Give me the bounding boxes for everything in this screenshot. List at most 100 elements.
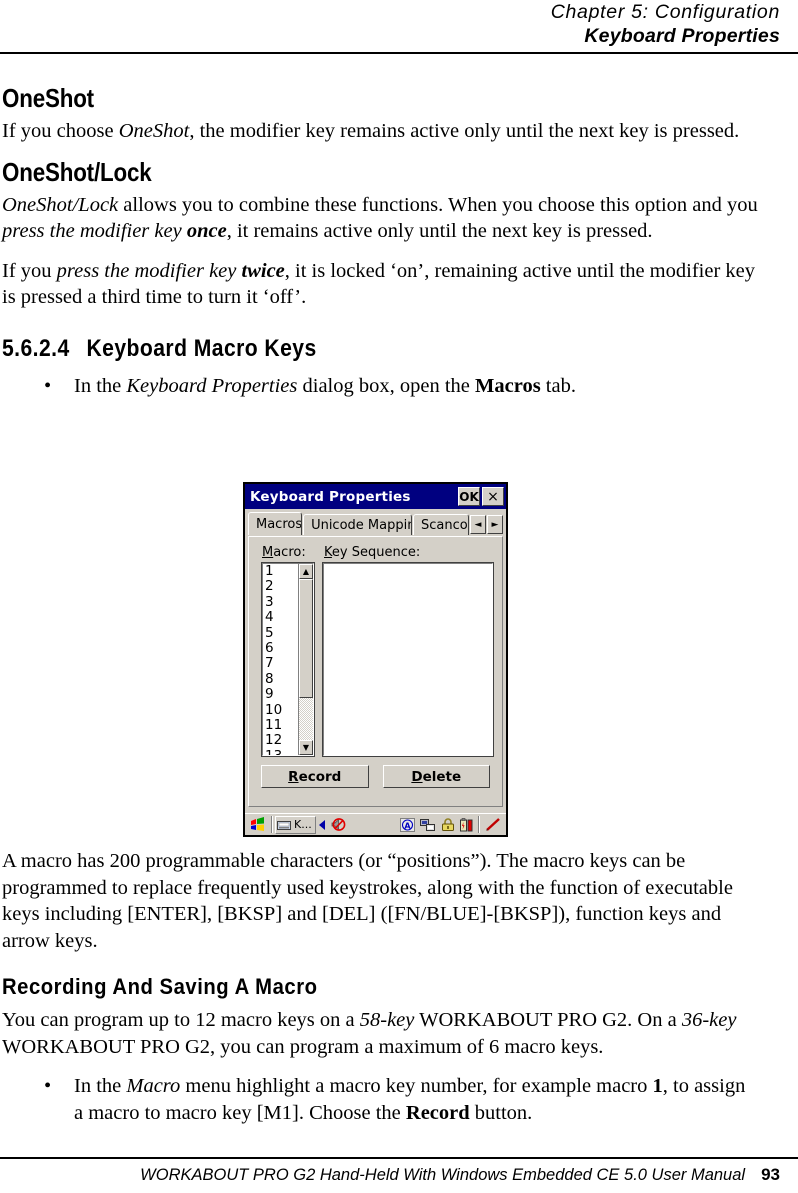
list-item[interactable]: 4 bbox=[264, 609, 298, 625]
taskbar-divider bbox=[271, 816, 273, 833]
scroll-down-icon[interactable]: ▼ bbox=[299, 740, 313, 755]
lock-icon bbox=[442, 817, 454, 831]
bullet-open-macros-tab: • In the Keyboard Properties dialog box, … bbox=[2, 373, 758, 400]
text-emphasis: 58-key bbox=[359, 1009, 415, 1031]
list-item[interactable]: 9 bbox=[264, 686, 298, 702]
text-emphasis: press the modifier key bbox=[2, 220, 187, 242]
ok-button[interactable]: OK bbox=[458, 487, 480, 506]
scrollbar-track[interactable] bbox=[299, 579, 313, 740]
delete-button[interactable]: Delete bbox=[382, 765, 490, 788]
text-strong: Record bbox=[405, 1102, 470, 1124]
list-item[interactable]: 2 bbox=[264, 578, 298, 594]
header-divider bbox=[0, 52, 798, 54]
system-tray: A bbox=[400, 816, 504, 833]
macro-list-scrollbar[interactable]: ▲ ▼ bbox=[298, 564, 313, 755]
paragraph-oneshot: If you choose OneShot, the modifier key … bbox=[2, 118, 758, 145]
record-button[interactable]: Record bbox=[261, 765, 369, 788]
tray-left-group bbox=[318, 817, 346, 832]
list-item[interactable]: 3 bbox=[264, 594, 298, 610]
chapter-title: Chapter 5: Configuration bbox=[550, 1, 780, 23]
macro-label-accel: M bbox=[262, 545, 274, 560]
svg-text:A: A bbox=[404, 821, 411, 830]
paragraph-oneshot-lock-2: If you press the modifier key twice, it … bbox=[2, 258, 758, 311]
macros-panel-row: 1 2 3 4 5 6 7 8 9 10 11 12 13 ▲ bbox=[249, 562, 502, 757]
bullet-marker: • bbox=[44, 1075, 52, 1097]
text-fragment: button. bbox=[469, 1102, 533, 1124]
paragraph-oneshot-lock-1: OneShot/Lock allows you to combine these… bbox=[2, 192, 758, 245]
macro-label: Macro: bbox=[262, 545, 306, 560]
manual-title: WORKABOUT PRO G2 Hand-Held With Windows … bbox=[140, 1166, 746, 1184]
text-fragment: WORKABOUT PRO G2, you can program a maxi… bbox=[2, 1035, 604, 1058]
dialog-titlebar: Keyboard Properties OK × bbox=[245, 484, 506, 509]
dialog-button-row: Record Delete bbox=[249, 756, 502, 788]
text-emphasis: OneShot bbox=[118, 120, 190, 142]
section-number: 5.6.2.4 bbox=[2, 334, 70, 362]
network-connection-icon bbox=[420, 818, 435, 831]
list-item[interactable]: 8 bbox=[264, 671, 298, 687]
text-fragment: If you choose bbox=[2, 120, 119, 142]
heading-keyboard-macro-keys: 5.6.2.4 Keyboard Macro Keys bbox=[2, 335, 667, 363]
keyboard-properties-icon bbox=[277, 820, 291, 830]
sound-muted-icon bbox=[331, 818, 346, 831]
key-sequence-label-accel: K bbox=[324, 545, 332, 560]
text-emphasis: Macro bbox=[126, 1075, 181, 1097]
taskbar-button-label: K... bbox=[294, 818, 312, 831]
list-item-selected[interactable]: 1 bbox=[265, 564, 274, 579]
scrollbar-thumb[interactable] bbox=[299, 579, 313, 699]
list-item[interactable]: 10 bbox=[264, 702, 298, 718]
page-number: 93 bbox=[761, 1165, 780, 1184]
tab-unicode-mapping[interactable]: Unicode Mapping bbox=[303, 514, 412, 535]
text-fragment: , it remains active only until the next … bbox=[226, 220, 653, 242]
text-emphasis: 36-key bbox=[681, 1009, 737, 1031]
dialog-title: Keyboard Properties bbox=[250, 488, 411, 505]
heading-recording-saving-macro: Recording And Saving A Macro bbox=[2, 974, 318, 999]
close-icon[interactable]: × bbox=[482, 487, 504, 506]
device-taskbar: K... A bbox=[245, 813, 506, 835]
device-screenshot-figure: Keyboard Properties OK × Macros Unicode … bbox=[243, 482, 508, 837]
taskbar-button-keyboard-properties[interactable]: K... bbox=[275, 815, 316, 834]
page-content-lower: A macro has 200 programmable characters … bbox=[2, 848, 758, 1139]
text-fragment: menu highlight a macro key number, for e… bbox=[180, 1075, 653, 1097]
tab-scancode-remapping[interactable]: Scancod bbox=[413, 514, 469, 535]
footer-divider bbox=[0, 1157, 798, 1159]
tab-macros[interactable]: Macros bbox=[248, 512, 303, 535]
ime-indicator-icon: A bbox=[400, 817, 415, 832]
list-item[interactable]: 12 bbox=[264, 732, 298, 748]
text-strong: Macros bbox=[475, 374, 541, 397]
list-item[interactable]: 5 bbox=[264, 625, 298, 641]
key-sequence-label: Key Sequence: bbox=[324, 545, 421, 560]
list-item[interactable]: 13 bbox=[264, 748, 298, 755]
record-accel: R bbox=[288, 768, 299, 785]
left-arrow-icon bbox=[318, 819, 325, 830]
list-item[interactable]: 7 bbox=[264, 655, 298, 671]
macros-tab-panel: Macro: Key Sequence: 1 2 3 4 5 6 7 8 9 1… bbox=[248, 536, 503, 807]
list-item[interactable]: 11 bbox=[264, 717, 298, 733]
text-fragment: , the modifier key remains active only u… bbox=[189, 120, 740, 142]
taskbar-divider-2 bbox=[478, 816, 480, 833]
bullet-highlight-macro-key: • In the Macro menu highlight a macro key… bbox=[2, 1073, 758, 1127]
tab-scroll-left-icon[interactable]: ◄ bbox=[470, 515, 486, 534]
section-title: Keyboard Properties bbox=[584, 25, 780, 47]
text-fragment: If you bbox=[2, 259, 57, 282]
list-item[interactable]: 1 bbox=[264, 564, 298, 579]
text-strong: 1 bbox=[652, 1075, 663, 1097]
text-emphasis: OneShot/Lock bbox=[2, 193, 119, 216]
paragraph-recording-intro: You can program up to 12 macro keys on a… bbox=[2, 1007, 758, 1060]
text-bold-italic: once bbox=[186, 220, 227, 242]
text-fragment: In the bbox=[74, 374, 127, 397]
battery-icon bbox=[460, 817, 473, 831]
scroll-up-icon[interactable]: ▲ bbox=[299, 564, 313, 579]
text-fragment: allows you to combine these functions. W… bbox=[118, 193, 758, 216]
page-header: Chapter 5: Configuration Keyboard Proper… bbox=[0, 0, 780, 49]
macro-list-items[interactable]: 1 2 3 4 5 6 7 8 9 10 11 12 13 bbox=[263, 564, 298, 755]
list-item[interactable]: 6 bbox=[264, 640, 298, 656]
macro-listbox[interactable]: 1 2 3 4 5 6 7 8 9 10 11 12 13 ▲ bbox=[261, 562, 315, 757]
windows-start-icon[interactable] bbox=[247, 816, 269, 834]
section-heading-text: Keyboard Macro Keys bbox=[86, 334, 317, 362]
heading-oneshot-lock: OneShot/Lock bbox=[2, 156, 152, 187]
stylus-icon bbox=[486, 818, 500, 831]
text-fragment: WORKABOUT PRO G2. On a bbox=[414, 1009, 682, 1031]
text-bold-italic: twice bbox=[241, 259, 285, 282]
tab-scroll-right-icon[interactable]: ► bbox=[487, 515, 503, 534]
key-sequence-field[interactable] bbox=[322, 562, 494, 757]
